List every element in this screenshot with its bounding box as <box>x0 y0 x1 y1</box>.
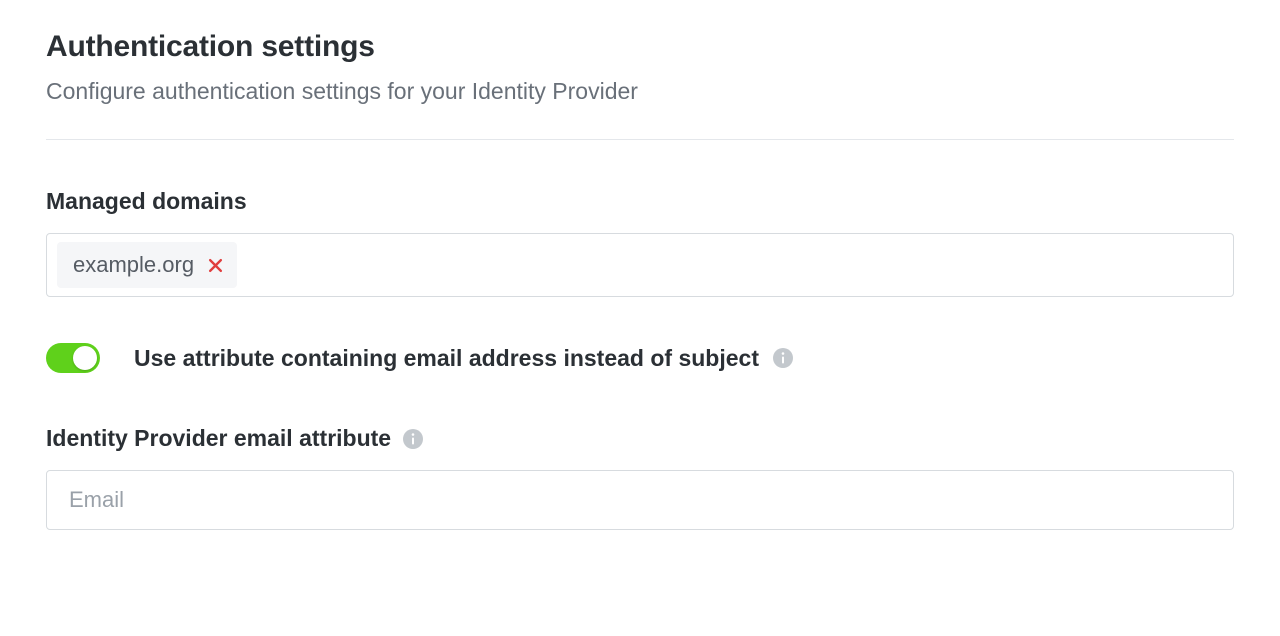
toggle-knob <box>73 346 97 370</box>
email-attribute-label: Identity Provider email attribute <box>46 425 391 452</box>
close-icon[interactable] <box>208 258 223 273</box>
domain-tag-label: example.org <box>73 252 194 278</box>
managed-domains-label: Managed domains <box>46 188 1234 215</box>
info-icon[interactable] <box>403 429 423 449</box>
managed-domains-input[interactable]: example.org <box>46 233 1234 297</box>
page-subtitle: Configure authentication settings for yo… <box>46 78 1234 105</box>
domain-tag: example.org <box>57 242 237 288</box>
use-attribute-label: Use attribute containing email address i… <box>134 345 759 372</box>
info-icon[interactable] <box>773 348 793 368</box>
page-title: Authentication settings <box>46 30 1234 64</box>
email-attribute-input[interactable] <box>46 470 1234 530</box>
divider <box>46 139 1234 140</box>
use-attribute-toggle[interactable] <box>46 343 100 373</box>
